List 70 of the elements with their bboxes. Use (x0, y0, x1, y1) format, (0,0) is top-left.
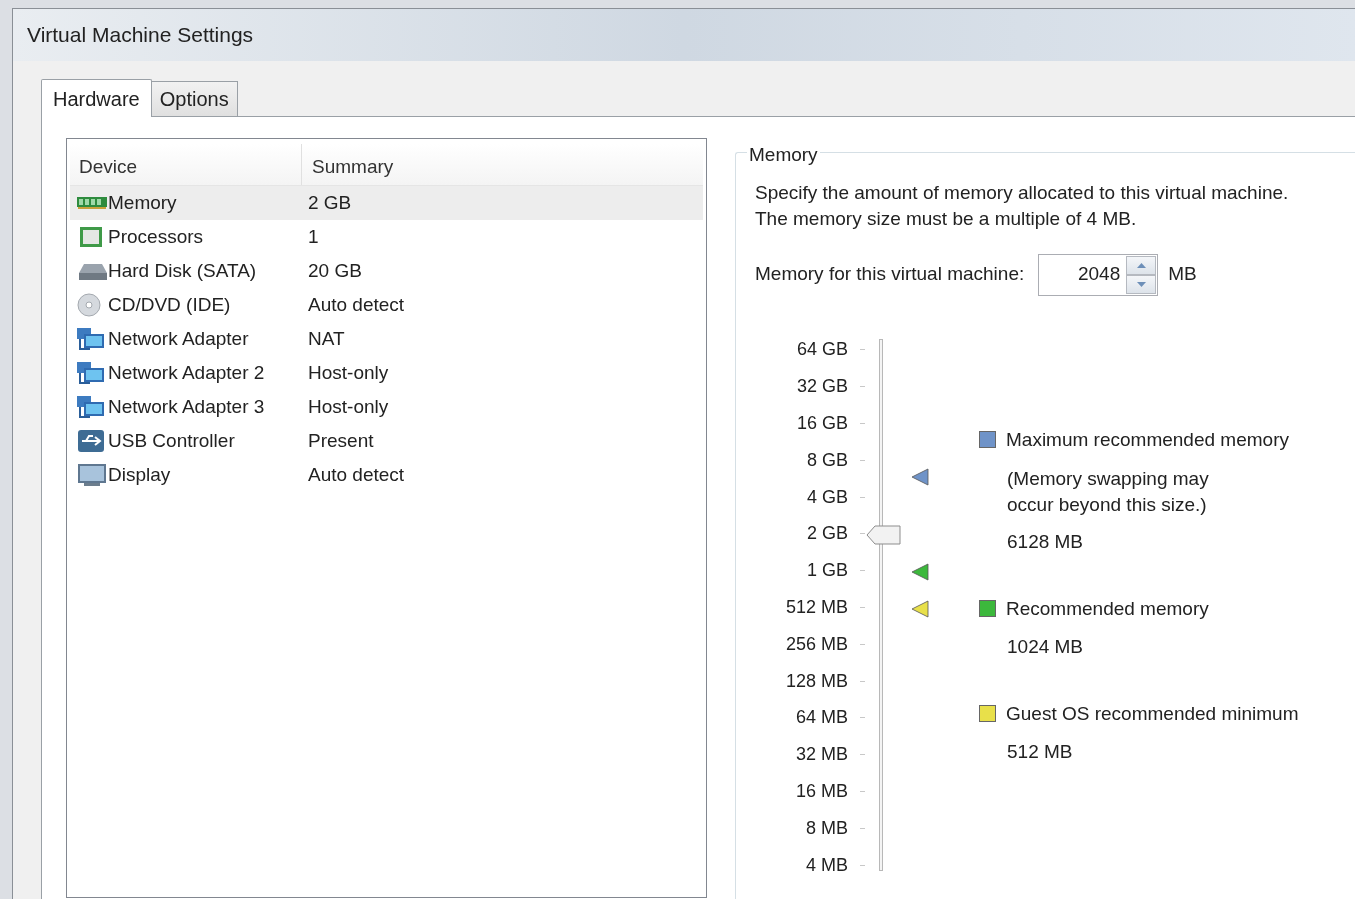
tick-mark (860, 496, 865, 498)
tick-mark (860, 533, 865, 535)
device-summary: Present (308, 428, 374, 453)
tick-mark (860, 386, 865, 388)
legend-value: 512 MB (1007, 740, 1074, 764)
tab[interactable]: Options (150, 81, 238, 116)
tick-label: 32 GB (796, 375, 848, 399)
legend-value: 1024 MB (1007, 635, 1085, 659)
legend-label: Recommended memory (1006, 596, 1209, 621)
device-name: USB Controller (108, 428, 236, 453)
window-title: Virtual Machine Settings (27, 22, 254, 48)
device-name: Memory (108, 190, 178, 215)
tick-label: 2 GB (806, 522, 848, 546)
device-name: Hard Disk (SATA) (108, 258, 258, 283)
tick-mark (860, 754, 865, 756)
legend-value: 6128 MB (1007, 530, 1085, 554)
device-row[interactable]: Memory 2 GB (70, 186, 703, 220)
tick-label: 8 GB (806, 448, 848, 472)
device-summary: Auto detect (308, 292, 405, 317)
field-label: Memory for this virtual machine: (755, 262, 1025, 287)
tick-label: 256 MB (785, 632, 848, 656)
device-name: Display (108, 462, 172, 487)
tick-mark (860, 570, 865, 572)
tick-label: 512 MB (785, 595, 848, 619)
unit-label: MB (1168, 262, 1197, 287)
tick-mark (860, 827, 865, 829)
up-arrow-icon (1136, 262, 1146, 268)
device-name: Network Adapter 2 (108, 360, 266, 385)
tick-mark (860, 606, 865, 608)
tick-mark (860, 717, 865, 719)
device-summary: Auto detect (308, 462, 405, 487)
tick-mark (860, 349, 865, 351)
device-summary: 20 GB (308, 258, 362, 283)
tick-mark (860, 680, 865, 682)
tick-label: 64 MB (795, 706, 848, 730)
tick-mark (860, 423, 865, 424)
column-header[interactable]: Device (70, 144, 302, 185)
description-text: Specify the amount of memory allocated to this virtual machine. The memory size must be a multiple of 4 MB. (755, 180, 1290, 231)
tab[interactable]: Hardware (41, 79, 152, 117)
legend-label: Maximum recommended memory (1006, 427, 1289, 452)
device-name: Network Adapter 3 (108, 394, 266, 419)
tick-label: 16 MB (795, 779, 848, 803)
device-summary: Host-only (308, 394, 389, 419)
device-summary: NAT (308, 326, 345, 351)
slider-thumb[interactable] (866, 525, 902, 546)
device-name: CD/DVD (IDE) (108, 292, 232, 317)
device-summary: 2 GB (308, 190, 352, 215)
column-header[interactable]: Summary (302, 144, 703, 185)
device-summary: Host-only (308, 360, 389, 385)
tick-mark (860, 459, 865, 461)
legend-note: (Memory swapping may occur beyond this size.) (1007, 467, 1210, 517)
tick-mark (860, 790, 865, 792)
tick-label: 64 GB (796, 338, 848, 362)
tick-mark (860, 643, 865, 645)
down-arrow-icon (1136, 281, 1146, 287)
tick-label: 1 GB (806, 559, 848, 583)
memory-spin-field[interactable]: 2048 (1038, 253, 1159, 296)
tick-label: 8 MB (806, 816, 848, 840)
tick-label: 32 MB (795, 743, 848, 767)
tick-label: 4 MB (806, 853, 848, 877)
tick-mark (860, 864, 865, 866)
device-name: Network Adapter (108, 326, 250, 351)
device-summary: 1 (308, 224, 319, 249)
tick-label: 16 GB (796, 412, 848, 435)
monitor-icon (76, 463, 108, 487)
tick-label: 4 GB (806, 485, 848, 509)
tick-label: 128 MB (785, 669, 848, 693)
legend-label: Guest OS recommended minimum (1006, 701, 1299, 726)
spin-up-button[interactable] (1126, 255, 1157, 275)
device-name: Processors (108, 224, 205, 249)
